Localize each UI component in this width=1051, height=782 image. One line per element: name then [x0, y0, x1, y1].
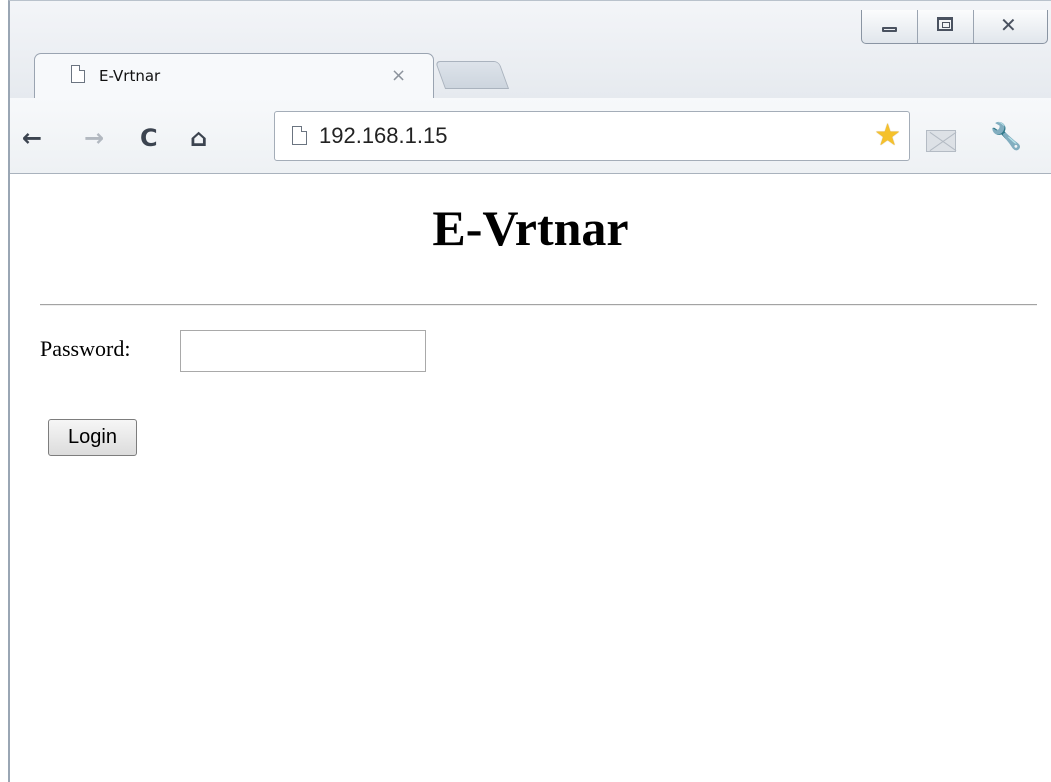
- back-arrow-icon[interactable]: ←: [22, 124, 42, 152]
- page-icon: [292, 126, 307, 145]
- password-label: Password:: [40, 336, 131, 361]
- reload-icon[interactable]: C: [140, 124, 158, 152]
- home-icon[interactable]: ⌂: [190, 124, 207, 152]
- divider: [40, 304, 1037, 306]
- address-bar[interactable]: 192.168.1.15 ★: [274, 111, 910, 161]
- bookmark-star-icon[interactable]: ★: [874, 120, 901, 152]
- maximize-icon: [937, 17, 953, 31]
- title-bar: ✕ E-Vrtnar ×: [10, 1, 1051, 99]
- tab-close-icon[interactable]: ×: [391, 65, 406, 86]
- minimize-button[interactable]: [862, 10, 918, 43]
- page-content: E-Vrtnar Password: Login: [10, 174, 1051, 782]
- url-text: 192.168.1.15: [319, 123, 448, 148]
- close-window-button[interactable]: ✕: [974, 10, 1047, 43]
- browser-window: ✕ E-Vrtnar × ← → C ⌂ 192.168.1.15 ★ 🔧 E-…: [8, 0, 1051, 782]
- maximize-button[interactable]: [918, 10, 974, 43]
- tab-e-vrtnar[interactable]: E-Vrtnar ×: [34, 53, 434, 99]
- page-title: E-Vrtnar: [432, 200, 629, 256]
- mail-extension-icon[interactable]: [926, 130, 956, 152]
- window-controls: ✕: [861, 10, 1048, 44]
- login-button[interactable]: Login: [48, 419, 137, 456]
- minimize-icon: [882, 27, 897, 32]
- page-icon: [71, 65, 85, 83]
- close-icon: ✕: [1000, 13, 1017, 37]
- wrench-icon[interactable]: 🔧: [990, 122, 1022, 152]
- browser-toolbar: ← → C ⌂ 192.168.1.15 ★ 🔧: [10, 98, 1051, 174]
- password-field[interactable]: [180, 330, 426, 372]
- new-tab-button[interactable]: [434, 61, 510, 89]
- forward-arrow-icon[interactable]: →: [84, 124, 104, 152]
- tab-title: E-Vrtnar: [99, 67, 161, 85]
